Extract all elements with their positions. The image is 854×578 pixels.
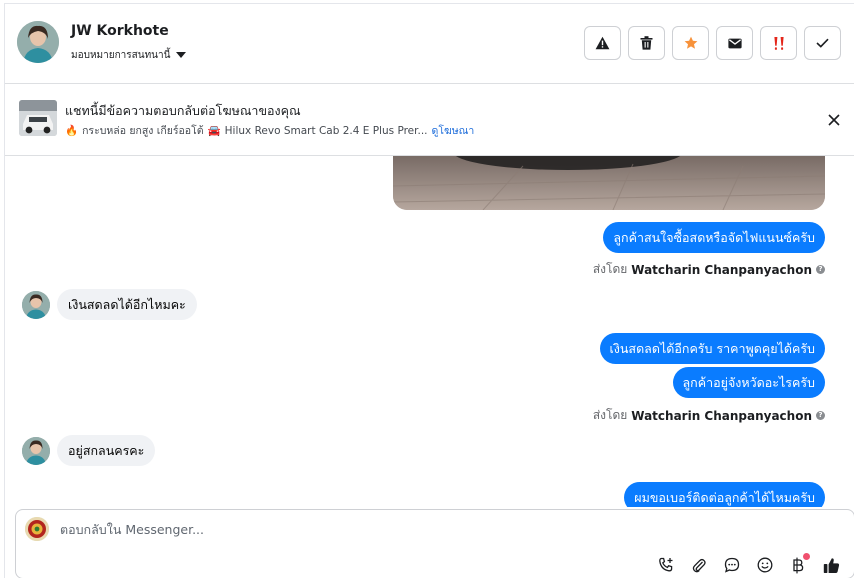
warning-icon: [595, 36, 610, 50]
envelope-icon: [727, 38, 742, 48]
outgoing-message[interactable]: ผมขอเบอร์ติดต่อลูกค้าได้ไหมครับ: [624, 482, 825, 507]
thumbs-up-icon: [823, 557, 839, 573]
outgoing-message[interactable]: เงินสดลดได้อีกครับ ราคาพูดคุยได้ครับ: [599, 333, 825, 364]
ad-banner-subtitle: 🔥 กระบหล่อ ยกสูง เกียร์ออโต้ 🚘 Hilux Rev…: [65, 122, 474, 139]
fire-icon: 🔥: [65, 125, 79, 137]
payment-button[interactable]: [787, 553, 810, 576]
contact-avatar-small[interactable]: [22, 291, 50, 319]
page-avatar: [25, 517, 49, 541]
outgoing-message[interactable]: ลูกค้าอยู่จังหวัดอะไรครับ: [672, 367, 825, 398]
star-icon: [684, 36, 697, 49]
double-exclamation-icon: [773, 36, 784, 50]
emoji-icon: [757, 557, 773, 573]
close-banner-button[interactable]: [825, 111, 843, 129]
sender-name[interactable]: Watcharin Chanpanyachon: [631, 263, 812, 277]
outgoing-message[interactable]: ลูกค้าสนใจซื้อสดหรือจัดไฟแนนซ์ครับ: [603, 222, 825, 253]
conversation-panel: JW Korkhote มอบหมายการสนทนานี้ แชทนี้มีข…: [4, 3, 854, 578]
follow-up-button[interactable]: [760, 26, 797, 60]
ad-reply-banner: แชทนี้มีข้อความตอบกลับต่อโฆษณาของคุณ 🔥 ก…: [5, 84, 854, 156]
conversation-header: JW Korkhote มอบหมายการสนทนานี้: [5, 4, 854, 84]
sender-name[interactable]: Watcharin Chanpanyachon: [631, 409, 812, 423]
reply-input[interactable]: [60, 522, 560, 537]
baht-icon: [793, 557, 804, 573]
conversation-actions: [584, 26, 841, 60]
view-ad-link[interactable]: ดูโฆษณา: [432, 122, 475, 139]
ad-thumbnail[interactable]: [19, 100, 57, 136]
chevron-down-icon: [176, 52, 187, 58]
contact-avatar-small[interactable]: [22, 437, 50, 465]
mark-spam-button[interactable]: [584, 26, 621, 60]
add-call-icon: [659, 557, 673, 572]
delete-button[interactable]: [628, 26, 665, 60]
reply-composer: [15, 509, 854, 578]
info-icon[interactable]: ?: [816, 265, 825, 274]
sent-by-label: ส่งโดย Watcharin Chanpanyachon ?: [593, 260, 825, 279]
composer-toolbar: [655, 553, 842, 576]
check-icon: [816, 38, 829, 48]
emoji-button[interactable]: [754, 554, 776, 576]
add-call-button[interactable]: [655, 554, 677, 576]
assign-label: มอบหมายการสนทนานี้: [71, 49, 171, 61]
contact-avatar[interactable]: [17, 21, 59, 63]
mark-done-button[interactable]: [804, 26, 841, 60]
star-button[interactable]: [672, 26, 709, 60]
saved-replies-button[interactable]: [721, 554, 743, 576]
send-like-button[interactable]: [820, 554, 842, 576]
incoming-message[interactable]: เงินสดลดได้อีกไหมคะ: [57, 289, 197, 320]
ad-banner-title: แชทนี้มีข้อความตอบกลับต่อโฆษณาของคุณ: [65, 103, 301, 118]
message-thread[interactable]: ลูกค้าสนใจซื้อสดหรือจัดไฟแนนซ์ครับ ส่งโด…: [5, 156, 854, 507]
car-icon: 🚘: [207, 125, 221, 137]
ad-headline: กระบหล่อ ยกสูง เกียร์ออโต้: [82, 125, 204, 137]
paperclip-icon: [692, 558, 706, 572]
ad-model: Hilux Revo Smart Cab 2.4 E Plus Prer...: [224, 124, 428, 137]
notification-dot: [803, 553, 810, 560]
info-icon[interactable]: ?: [816, 411, 825, 420]
shared-photo[interactable]: [393, 156, 825, 210]
contact-name[interactable]: JW Korkhote: [71, 23, 169, 39]
attach-button[interactable]: [688, 554, 710, 576]
sent-by-prefix: ส่งโดย: [592, 408, 628, 422]
incoming-message[interactable]: อยู่สกลนครคะ: [57, 435, 156, 466]
assign-conversation-dropdown[interactable]: มอบหมายการสนทนานี้: [71, 46, 187, 64]
saved-reply-icon: [724, 557, 740, 573]
trash-icon: [640, 36, 653, 50]
sent-by-label: ส่งโดย Watcharin Chanpanyachon ?: [593, 406, 825, 425]
mark-unread-button[interactable]: [716, 26, 753, 60]
close-icon: [828, 114, 840, 126]
sent-by-prefix: ส่งโดย: [592, 262, 628, 276]
